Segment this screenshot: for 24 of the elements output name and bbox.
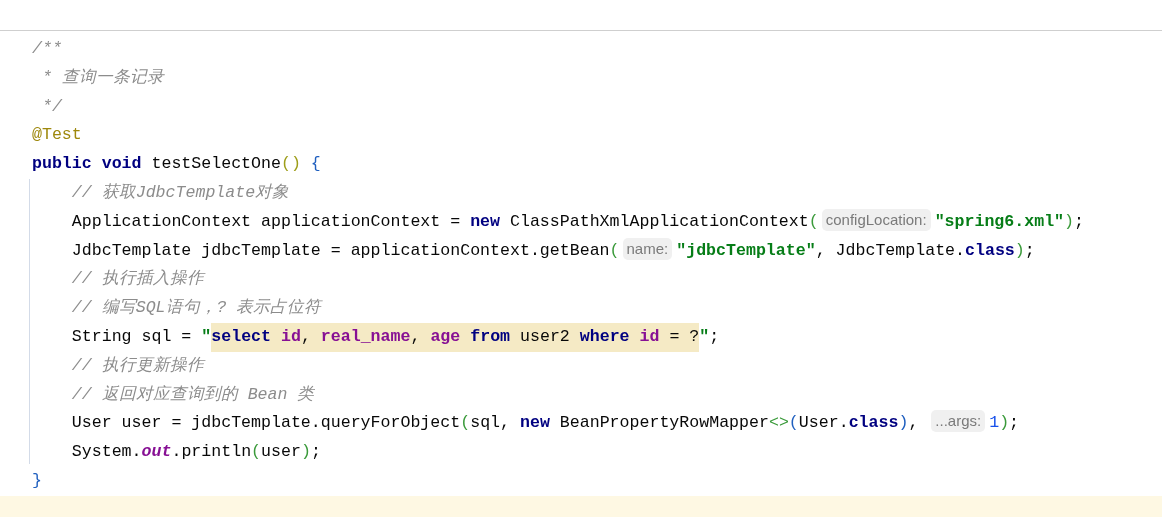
code-text: // 执行更新操作 (70, 354, 204, 377)
highlighted-sql: select id, real_name, age from user2 where id = ? (211, 322, 700, 352)
code-text: 1); (989, 412, 1020, 435)
code-text: // 执行插入操作 (70, 268, 204, 291)
parameter-hint: configLocation: (821, 208, 931, 231)
code-text: @Test (32, 124, 82, 147)
parameter-hint: ...args: (931, 410, 986, 433)
parameter-hint: name: (622, 237, 673, 260)
code-text: // 编写SQL语句，? 表示占位符 (70, 297, 322, 320)
code-text: /** (32, 38, 62, 60)
code-text: "; (699, 325, 720, 348)
code-text: // 返回对应查询到的 Bean 类 (70, 383, 315, 406)
code-text: ApplicationContext applicationContext = new ClassPathXmlApplicationContext( (70, 210, 819, 233)
code-text: * 查询一条记录 (40, 66, 164, 89)
code-text: public void testSelectOne() { (32, 153, 321, 176)
code-text: */ (40, 95, 62, 118)
code-text: JdbcTemplate jdbcTemplate = applicationContext.getBean( (70, 239, 620, 262)
code-text: User user = jdbcTemplate.queryForObject(sql, new BeanPropertyRowMapper<>(User.class), (70, 412, 920, 435)
code-text: } (32, 469, 42, 492)
code-text: // 获取JdbcTemplate对象 (70, 182, 290, 204)
code-text: System.out.println(user); (70, 441, 321, 464)
code-text: String sql = " (70, 325, 212, 348)
code-text: "spring6.xml"); (934, 210, 1084, 233)
code-text: "jdbcTemplate", JdbcTemplate.class); (676, 239, 1035, 262)
